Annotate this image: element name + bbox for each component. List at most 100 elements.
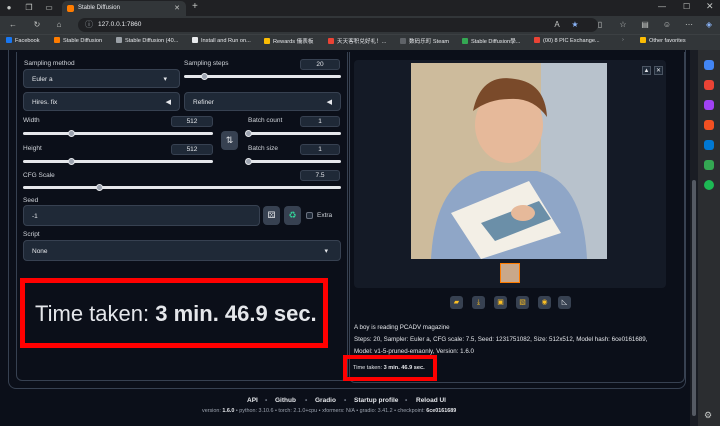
batch-count-slider-knob[interactable] <box>245 130 252 137</box>
feedback-icon[interactable]: ☺ <box>662 20 672 30</box>
extra-checkbox[interactable] <box>306 212 313 219</box>
sampling-steps-input[interactable]: 20 <box>300 59 340 70</box>
height-input[interactable]: 512 <box>171 144 213 155</box>
site-info-icon[interactable]: ⓘ <box>84 20 94 30</box>
bookmark-stable-diffusion-40[interactable]: Stable Diffusion (40... <box>116 37 178 44</box>
generation-params-line1: Steps: 20, Sampler: Euler a, CFG scale: … <box>354 336 648 343</box>
sidebar-outlook-icon[interactable] <box>704 140 714 150</box>
footer-link-api[interactable]: API <box>247 397 258 404</box>
tab-stable-diffusion[interactable]: Stable Diffusion ✕ <box>62 1 186 16</box>
workspaces-icon[interactable]: ❐ <box>24 3 34 13</box>
swap-dimensions-button[interactable]: ⇅ <box>221 131 238 150</box>
save-icon[interactable]: ⤓ <box>472 296 485 309</box>
new-tab-icon[interactable]: + <box>192 1 198 12</box>
collapse-triangle-icon: ◀ <box>165 99 171 106</box>
bookmark-facebook[interactable]: Facebook <box>6 37 40 44</box>
bookmarks-overflow-chevron-icon[interactable]: › <box>622 37 624 43</box>
sidebar-search-icon[interactable] <box>704 60 714 70</box>
footer-link-github[interactable]: Github <box>275 397 296 404</box>
random-seed-dice-icon[interactable]: ⚄ <box>263 206 280 225</box>
split-screen-icon[interactable]: ▯ <box>595 20 605 30</box>
profile-icon[interactable]: ● <box>4 3 14 13</box>
bookmark-tiantian[interactable]: 天天客积兑好礼！... <box>328 37 386 45</box>
reuse-seed-recycle-icon[interactable]: ♻ <box>284 206 301 225</box>
close-preview-icon[interactable]: ✕ <box>654 66 663 75</box>
cfg-scale-label: CFG Scale <box>23 172 55 179</box>
hires-fix-label: Hires. fix <box>32 99 58 106</box>
batch-count-slider[interactable] <box>248 132 341 135</box>
sampling-method-dropdown[interactable]: Euler a ▾ <box>23 69 180 88</box>
batch-size-slider[interactable] <box>248 160 341 163</box>
tab-title: Stable Diffusion <box>78 5 120 11</box>
fullscreen-icon[interactable]: ▲ <box>642 66 651 75</box>
home-icon[interactable]: ⌂ <box>54 20 64 30</box>
bookmark-stable-diffusion[interactable]: Stable Diffusion <box>54 37 102 44</box>
cfg-scale-slider[interactable] <box>23 186 341 189</box>
send-to-controlnet-icon[interactable]: ◺ <box>558 296 571 309</box>
width-slider-knob[interactable] <box>67 130 75 137</box>
version-separator: • <box>318 408 321 414</box>
generated-image-boy-reading[interactable] <box>411 63 607 259</box>
footer-link-gradio[interactable]: Gradio <box>315 397 336 404</box>
bookmark-other-favorites[interactable]: Other favorites <box>640 37 686 44</box>
bookmark-stable-diffusion-learn[interactable]: Stable Diffusion學... <box>462 37 520 45</box>
bookmark-steam[interactable]: 数码乐町 Steam <box>400 37 449 45</box>
version-value: 1.6.0 <box>222 408 235 414</box>
batch-count-input[interactable]: 1 <box>300 116 340 127</box>
bookmark-pic-exchange[interactable]: (00) 8 PIC Exchange... <box>534 37 600 44</box>
stable-diffusion-favicon-icon <box>67 5 74 12</box>
footer-separator: • <box>344 397 347 404</box>
gallery-thumbnail[interactable] <box>500 263 520 283</box>
width-input[interactable]: 512 <box>171 116 213 127</box>
height-slider-knob[interactable] <box>67 158 75 165</box>
maximize-icon[interactable]: ☐ <box>683 2 690 11</box>
sidebar-tools-icon[interactable] <box>704 100 714 110</box>
version-info: version: 1.6.0 • python: 3.10.6 • torch:… <box>202 408 456 414</box>
open-folder-icon[interactable]: ▰ <box>450 296 463 309</box>
height-label: Height <box>23 145 42 152</box>
sidebar-spotify-icon[interactable] <box>704 180 714 190</box>
sampling-method-value: Euler a <box>32 76 53 83</box>
version-separator: • <box>235 408 238 414</box>
sidebar-games-icon[interactable] <box>704 160 714 170</box>
sidebar-office-icon[interactable] <box>704 120 714 130</box>
sidebar-settings-gear-icon[interactable]: ⚙ <box>704 410 712 421</box>
batch-size-slider-knob[interactable] <box>245 158 252 165</box>
address-bar[interactable]: 127.0.0.1:7860 <box>78 18 598 32</box>
more-menu-icon[interactable]: ⋯ <box>684 20 694 30</box>
send-to-inpaint-icon[interactable]: ▧ <box>516 296 529 309</box>
height-slider[interactable] <box>23 160 213 163</box>
close-window-icon[interactable]: ✕ <box>706 1 714 12</box>
sidebar-shopping-icon[interactable] <box>704 80 714 90</box>
send-to-img2img-icon[interactable]: ▣ <box>494 296 507 309</box>
script-dropdown[interactable]: None ▾ <box>23 240 341 261</box>
copilot-icon[interactable]: ◈ <box>704 20 714 30</box>
footer-separator: • <box>305 397 308 404</box>
refresh-icon[interactable]: ↻ <box>32 20 42 30</box>
page-scrollbar-thumb[interactable] <box>692 180 696 416</box>
footer-link-startup-profile[interactable]: Startup profile <box>354 397 398 404</box>
hires-fix-accordion[interactable]: Hires. fix ◀ <box>23 92 180 111</box>
script-value: None <box>32 248 48 255</box>
collections-icon[interactable]: ▤ <box>640 20 650 30</box>
footer-link-reload-ui[interactable]: Reload UI <box>416 397 446 404</box>
read-aloud-icon[interactable]: A <box>552 20 562 30</box>
refiner-label: Refiner <box>193 99 214 106</box>
url-text: 127.0.0.1:7860 <box>98 21 142 28</box>
time-taken-large-text: Time taken: 3 min. 46.9 sec. <box>35 301 317 327</box>
batch-size-input[interactable]: 1 <box>300 144 340 155</box>
tab-actions-icon[interactable]: ▭ <box>44 3 54 13</box>
time-taken-small-text: Time taken: 3 min. 46.9 sec. <box>353 365 425 371</box>
send-to-extras-icon[interactable]: ◉ <box>538 296 551 309</box>
seed-input[interactable]: -1 <box>23 205 260 226</box>
width-slider[interactable] <box>23 132 213 135</box>
close-tab-icon[interactable]: ✕ <box>174 1 180 16</box>
refiner-accordion[interactable]: Refiner ◀ <box>184 92 341 111</box>
bookmark-install-and-run[interactable]: Install and Run on... <box>192 37 251 44</box>
back-icon[interactable]: ← <box>8 20 18 30</box>
favorites-icon[interactable]: ☆ <box>618 20 628 30</box>
favorite-star-icon[interactable]: ★ <box>570 20 580 30</box>
minimize-icon[interactable]: — <box>658 2 666 11</box>
cfg-scale-input[interactable]: 7.5 <box>300 170 340 181</box>
bookmark-rewards[interactable]: Rewards 儀表板 <box>264 37 313 45</box>
